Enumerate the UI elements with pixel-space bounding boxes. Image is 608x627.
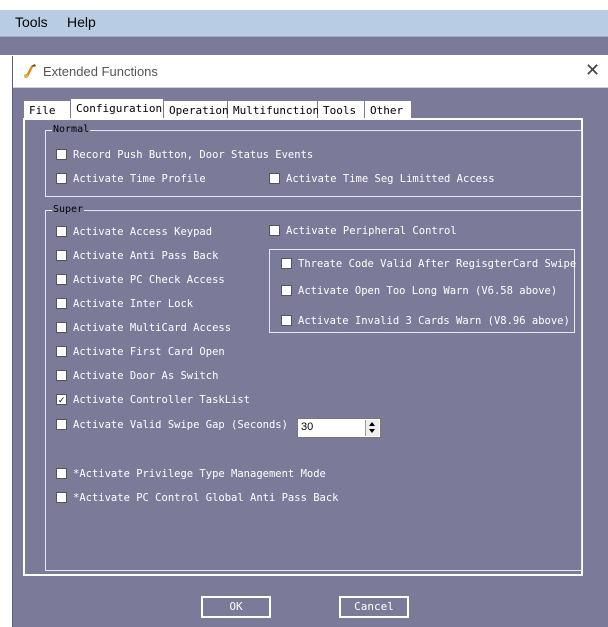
- tab-other[interactable]: Other: [365, 101, 411, 119]
- checkbox-time-profile[interactable]: Activate Time Profile: [56, 172, 206, 186]
- swipe-gap-value[interactable]: 30: [301, 421, 313, 433]
- spinner-arrows[interactable]: [365, 420, 379, 436]
- peripheral-subgroup: Threate Code Valid After RegisgterCard S…: [269, 249, 576, 333]
- checkbox-open-too-long-warn[interactable]: Activate Open Too Long Warn (V6.58 above…: [281, 284, 557, 298]
- configuration-panel: Normal Record Push Button, Door Status E…: [23, 118, 583, 576]
- menu-tools[interactable]: Tools: [15, 14, 48, 30]
- checkbox-access-keypad[interactable]: Activate Access Keypad: [56, 225, 212, 239]
- checkbox-pc-check-access[interactable]: Activate PC Check Access: [56, 273, 225, 287]
- checkbox-privilege-type-management[interactable]: *Activate Privilege Type Management Mode: [56, 467, 326, 481]
- tab-configuration[interactable]: Configuration: [71, 99, 163, 120]
- spinner-down-icon[interactable]: [369, 429, 375, 433]
- checkbox-box[interactable]: [56, 467, 67, 479]
- checkbox-box[interactable]: [56, 297, 67, 309]
- tab-multifunction[interactable]: Multifunction: [228, 101, 319, 119]
- tab-tools[interactable]: Tools: [318, 101, 364, 119]
- group-normal-label: Normal: [52, 124, 91, 136]
- checkbox-box[interactable]: [281, 257, 292, 269]
- checkbox-box[interactable]: [56, 172, 67, 184]
- checkbox-inter-lock[interactable]: Activate Inter Lock: [56, 297, 193, 311]
- checkbox-box[interactable]: [56, 148, 67, 160]
- checkbox-box[interactable]: [56, 418, 67, 430]
- checkbox-invalid-3-cards-warn[interactable]: Activate Invalid 3 Cards Warn (V8.96 abo…: [281, 314, 570, 328]
- menu-help[interactable]: Help: [67, 14, 96, 30]
- dialog-title: Extended Functions: [43, 64, 158, 79]
- checkbox-box[interactable]: [56, 321, 67, 333]
- checkbox-anti-pass-back[interactable]: Activate Anti Pass Back: [56, 249, 218, 263]
- checkbox-threate-code-valid[interactable]: Threate Code Valid After RegisgterCard S…: [281, 257, 576, 271]
- checkbox-box[interactable]: [56, 345, 67, 357]
- checkbox-box[interactable]: [281, 314, 292, 326]
- background-strip: [0, 37, 608, 55]
- ok-button[interactable]: OK: [201, 596, 271, 618]
- swipe-gap-spinner[interactable]: 30: [297, 418, 381, 438]
- checkbox-multicard-access[interactable]: Activate MultiCard Access: [56, 321, 231, 335]
- dialog-titlebar: Extended Functions ✕: [13, 56, 608, 88]
- checkbox-first-card-open[interactable]: Activate First Card Open: [56, 345, 225, 359]
- menu-bar: Tools Help: [0, 10, 608, 37]
- checkbox-door-as-switch[interactable]: Activate Door As Switch: [56, 369, 218, 383]
- checkbox-box[interactable]: [269, 224, 280, 236]
- checkbox-box[interactable]: [56, 225, 67, 237]
- checkbox-box[interactable]: ✓: [56, 393, 67, 406]
- checkbox-box[interactable]: [269, 172, 280, 184]
- checkbox-box[interactable]: [56, 491, 67, 503]
- checkbox-time-seg-limitted[interactable]: Activate Time Seg Limitted Access: [269, 172, 495, 186]
- checkbox-box[interactable]: [281, 284, 292, 296]
- checkbox-box[interactable]: [56, 273, 67, 285]
- tab-file[interactable]: File: [24, 101, 70, 119]
- cancel-button[interactable]: Cancel: [339, 596, 409, 618]
- tab-operation[interactable]: Operation: [164, 101, 229, 119]
- checkbox-box[interactable]: [56, 369, 67, 381]
- spinner-up-icon[interactable]: [369, 422, 375, 426]
- app-icon: [24, 64, 36, 78]
- extended-functions-dialog: Extended Functions ✕ File Configuration …: [12, 56, 608, 627]
- checkbox-controller-tasklist[interactable]: ✓ Activate Controller TaskList: [56, 393, 250, 407]
- group-super-label: Super: [52, 204, 85, 216]
- checkbox-valid-swipe-gap[interactable]: Activate Valid Swipe Gap (Seconds): [56, 418, 288, 432]
- checkbox-peripheral-control[interactable]: Activate Peripheral Control: [269, 224, 457, 238]
- checkbox-box[interactable]: [56, 249, 67, 261]
- group-normal: Normal Record Push Button, Door Status E…: [45, 124, 582, 197]
- checkbox-pc-control-global-anti-pass-back[interactable]: *Activate PC Control Global Anti Pass Ba…: [56, 491, 339, 505]
- close-icon[interactable]: ✕: [585, 59, 600, 81]
- group-super: Super Activate Access Keypad Activate An…: [45, 204, 582, 571]
- checkbox-record-push-button[interactable]: Record Push Button, Door Status Events: [56, 148, 313, 162]
